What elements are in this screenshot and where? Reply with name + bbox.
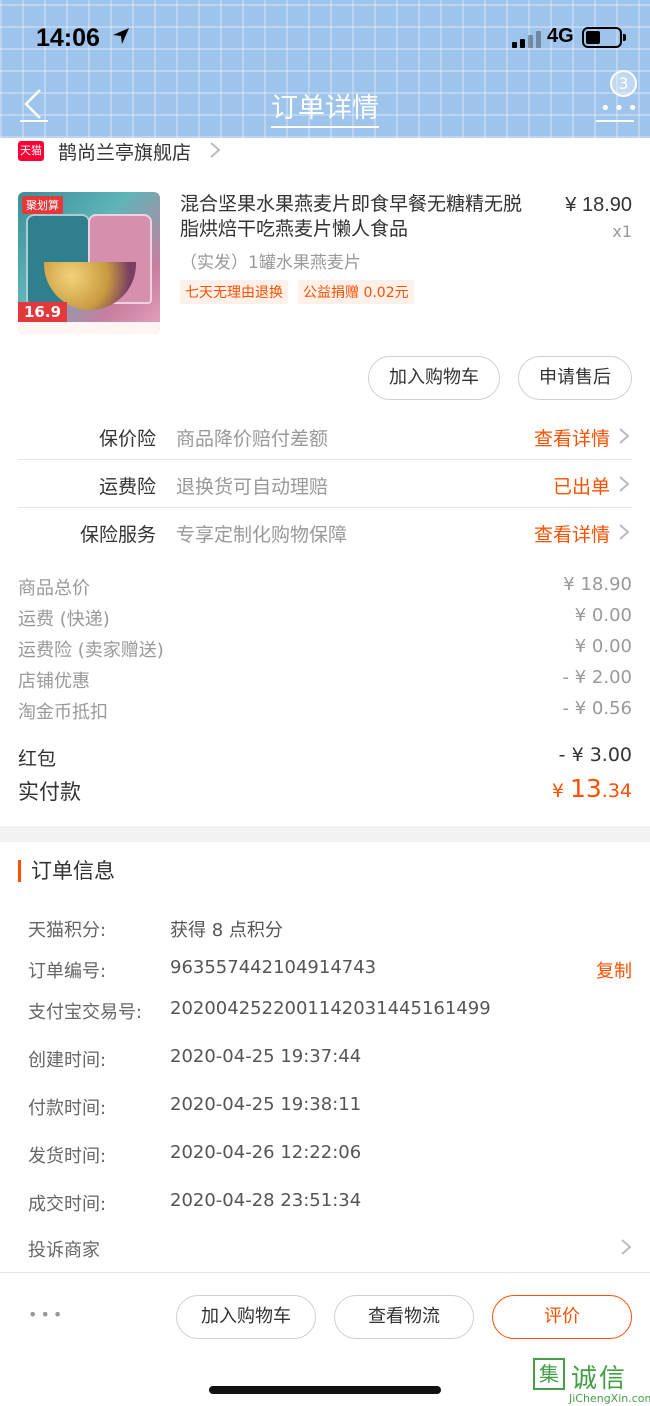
insurance-desc: 退换货可自动理赔 [176,476,329,498]
summary-row: 商品总价 ¥ 18.90 [18,574,632,599]
insurance-desc: 商品降价赔付差额 [176,428,329,450]
hongbao-row: 红包 - ¥ 3.00 [18,744,632,771]
tmall-logo: 天猫 [18,141,44,161]
insurance-list: 保价险 商品降价赔付差额 查看详情 运费险 退换货可自动理赔 已出单 保险服务 … [18,412,632,556]
more-options-icon[interactable]: ••• [28,1305,65,1324]
product-price: ¥ 18.90 [565,194,632,216]
after-sale-button[interactable]: 申请售后 [518,356,632,400]
summary-row: 店铺优惠 - ¥ 2.00 [18,667,632,692]
store-name: 鹊尚兰亭旗舰店 [58,142,192,164]
signal-bars-icon [512,30,541,48]
summary-row: 运费 (快递) ¥ 0.00 [18,605,632,630]
hongbao-label: 红包 [18,748,57,770]
insurance-label: 保价险 [98,428,156,450]
bottom-buttons: 加入购物车 查看物流 评价 [176,1295,632,1339]
insurance-action[interactable]: 查看详情 [534,520,610,547]
insurance-label: 保险服务 [79,524,156,546]
insurance-row-shipping[interactable]: 运费险 退换货可自动理赔 已出单 [18,460,632,508]
store-row[interactable]: 天猫 鹊尚兰亭旗舰店 [0,138,650,164]
header: 14:06 4G 订单详情 ••• 3 [0,0,650,138]
chevron-right-icon [210,142,221,158]
product-thumbnail[interactable]: 聚划算 16.9 [18,192,160,334]
chevron-right-icon [619,524,630,540]
insurance-action[interactable]: 查看详情 [534,424,610,451]
insurance-row-service[interactable]: 保险服务 专享定制化购物保障 查看详情 [18,508,632,556]
review-button[interactable]: 评价 [492,1295,632,1339]
product-quantity: x1 [612,222,632,241]
insurance-action[interactable]: 已出单 [553,472,610,499]
copy-order-number-button[interactable]: 复制 [596,957,632,983]
location-arrow-icon [113,28,129,44]
status-bar: 14:06 4G [0,0,650,76]
item-actions: 加入购物车 申请售后 [368,356,632,400]
insurance-label: 运费险 [98,476,156,498]
hongbao-value: - ¥ 3.00 [558,744,632,766]
summary-row: 运费险 (卖家赠送) ¥ 0.00 [18,636,632,661]
home-indicator[interactable] [209,1386,441,1394]
status-time: 14:06 [36,24,100,52]
return-policy-tag: 七天无理由退换 [180,280,288,304]
summary-row: 淘金币抵扣 - ¥ 0.56 [18,698,632,723]
view-logistics-button[interactable]: 查看物流 [334,1295,474,1339]
complain-seller-row[interactable]: 投诉商家 [28,1236,632,1262]
paid-value: ¥ 13.34 [551,774,632,803]
price-summary: 商品总价 ¥ 18.90 运费 (快递) ¥ 0.00 运费险 (卖家赠送) ¥ 0.… [18,574,632,729]
insurance-row-price-protect[interactable]: 保价险 商品降价赔付差额 查看详情 [18,412,632,460]
juhuasuan-tag: 聚划算 [22,196,63,214]
charity-tag: 公益捐赠 0.02元 [298,280,414,304]
thumb-price: 16.9 [18,302,68,322]
section-divider [0,826,650,842]
chevron-right-icon [619,476,630,492]
order-info-title: 订单信息 [18,860,115,882]
message-count-badge: 3 [610,70,637,97]
watermark-logo: 集 诚信 JiChengXin.com [533,1354,650,1406]
insurance-desc: 专享定制化购物保障 [176,524,348,546]
product-title: 混合坚果水果燕麦片即食早餐无糖精无脱脂烘焙干吃燕麦片懒人食品 [180,193,523,240]
chevron-right-icon [621,1239,632,1255]
paid-label: 实付款 [18,780,81,804]
add-to-cart-button[interactable]: 加入购物车 [368,356,500,400]
product-tags: 七天无理由退换 公益捐赠 0.02元 [180,280,414,304]
more-dots-icon: ••• [600,98,641,119]
page-title: 订单详情 [0,86,650,128]
chevron-right-icon [619,428,630,444]
complain-label: 投诉商家 [28,1240,100,1261]
product-item[interactable]: 聚划算 16.9 混合坚果水果燕麦片即食早餐无糖精无脱脂烘焙干吃燕麦片懒人食品 … [0,186,650,346]
bottom-add-to-cart-button[interactable]: 加入购物车 [176,1295,316,1339]
battery-icon [582,27,626,48]
product-sku: （实发）1罐水果燕麦片 [180,253,361,273]
network-type: 4G [547,25,574,47]
